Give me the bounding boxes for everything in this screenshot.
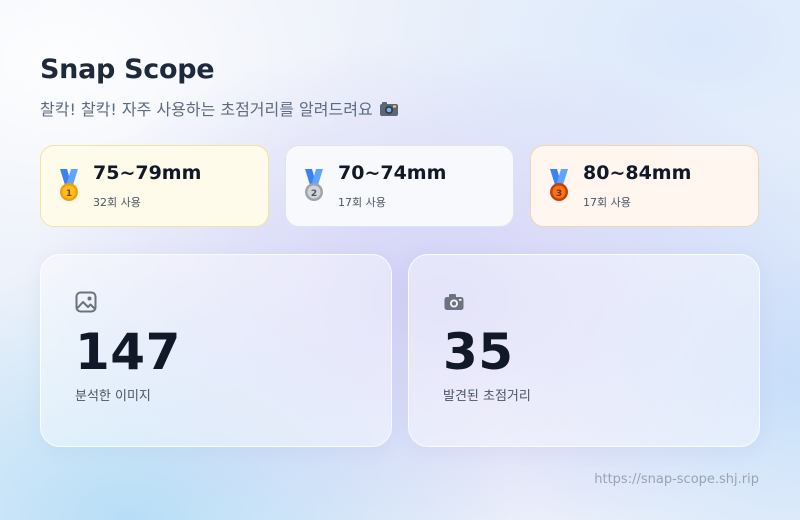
rank-card-first: 1 75~79mm 32회 사용 <box>40 145 269 227</box>
site-link[interactable]: https://snap-scope.shj.rip <box>594 472 759 487</box>
rank-count: 17회 사용 <box>338 196 386 209</box>
rank-range: 70~74mm <box>338 162 447 184</box>
svg-text:2: 2 <box>311 189 317 199</box>
svg-text:3: 3 <box>556 189 562 199</box>
svg-text:1: 1 <box>66 189 72 199</box>
image-icon <box>75 291 97 313</box>
rank-card-second: 2 70~74mm 17회 사용 <box>285 145 514 227</box>
rank-count: 32회 사용 <box>93 196 141 209</box>
stat-label: 발견된 초점거리 <box>443 389 531 404</box>
second-place-medal-icon: 2 <box>300 169 328 203</box>
rank-count: 17회 사용 <box>583 196 631 209</box>
stat-card-images: 147 분석한 이미지 <box>40 254 392 447</box>
rank-range: 75~79mm <box>93 162 202 184</box>
page-subtitle: 찰칵! 찰칵! 자주 사용하는 초점거리를 알려드려요 <box>40 96 399 120</box>
first-place-medal-icon: 1 <box>55 169 83 203</box>
page-title: Snap Scope <box>40 54 215 85</box>
stat-value: 35 <box>443 323 514 381</box>
camera-icon <box>443 291 465 313</box>
rank-card-third: 3 80~84mm 17회 사용 <box>530 145 759 227</box>
stat-label: 분석한 이미지 <box>75 389 151 404</box>
subtitle-text: 찰칵! 찰칵! 자주 사용하는 초점거리를 알려드려요 <box>40 100 373 119</box>
stat-card-focal-lengths: 35 발견된 초점거리 <box>408 254 760 447</box>
third-place-medal-icon: 3 <box>545 169 573 203</box>
camera-with-flash-icon <box>379 101 399 116</box>
stat-value: 147 <box>75 323 181 381</box>
rank-range: 80~84mm <box>583 162 692 184</box>
